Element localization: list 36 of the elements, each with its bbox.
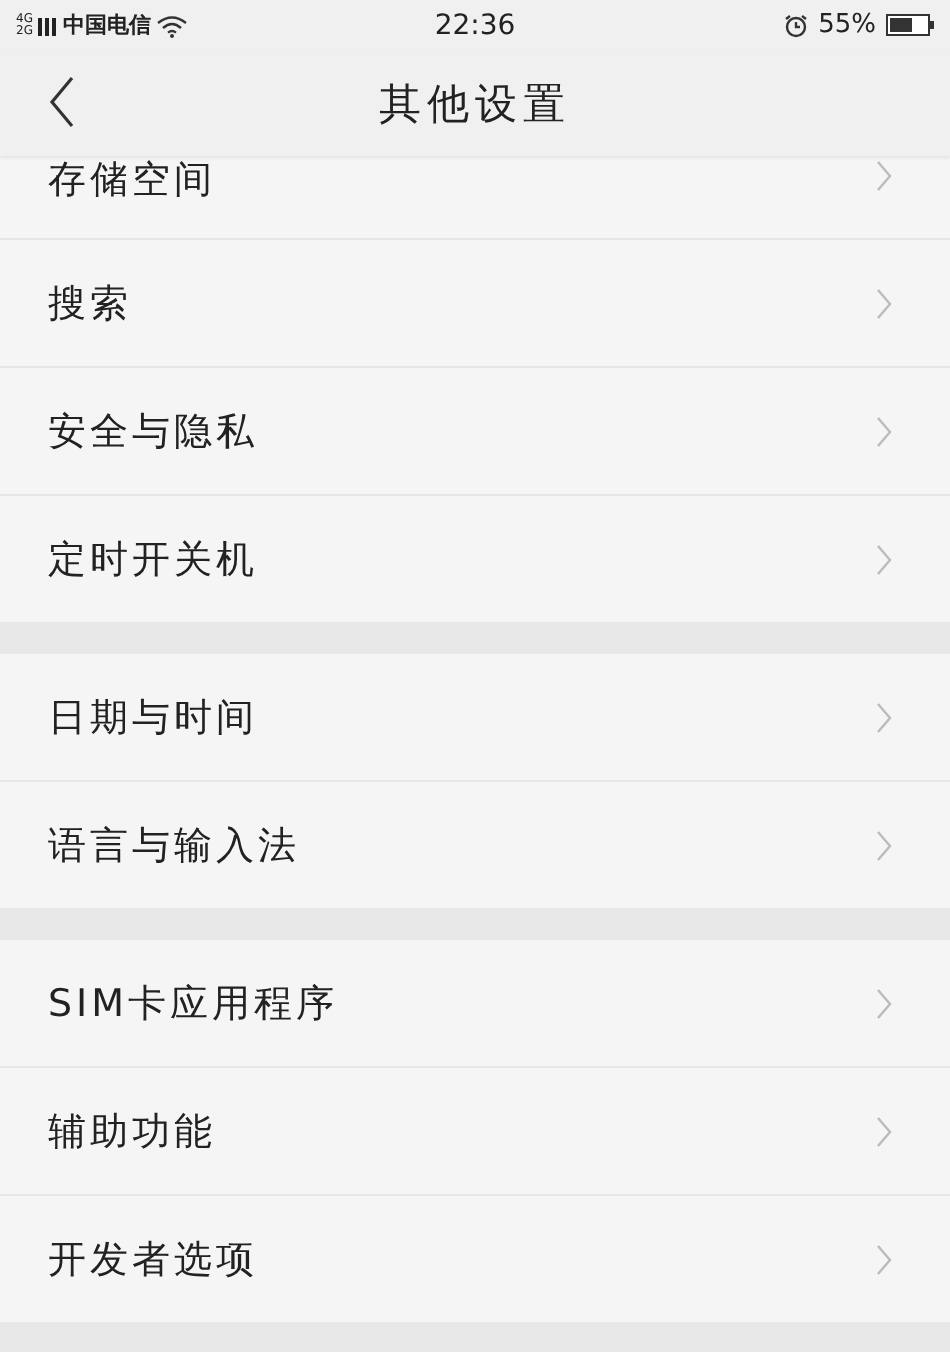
- settings-row[interactable]: 日期与时间: [0, 654, 950, 782]
- settings-row[interactable]: 安全与隐私: [0, 368, 950, 496]
- row-label: 语言与输入法: [48, 821, 300, 871]
- settings-row[interactable]: SIM卡应用程序: [0, 940, 950, 1068]
- settings-row[interactable]: 开发者选项: [0, 1196, 950, 1322]
- row-label: 辅助功能: [48, 1107, 216, 1157]
- chevron-icon: [876, 543, 892, 575]
- chevron-icon: [876, 160, 892, 192]
- back-icon[interactable]: [48, 74, 76, 130]
- chevron-icon: [876, 987, 892, 1019]
- carrier-name: 中国电信: [62, 10, 151, 40]
- row-label: 存储空间: [48, 156, 216, 206]
- settings-row[interactable]: 辅助功能: [0, 1068, 950, 1196]
- chevron-icon: [876, 829, 892, 861]
- settings-row[interactable]: 搜索: [0, 240, 950, 368]
- settings-row[interactable]: 存储空间: [0, 156, 950, 240]
- row-label: SIM卡应用程序: [48, 979, 339, 1029]
- chevron-icon: [876, 1243, 892, 1275]
- battery-percent: 55%: [818, 10, 876, 40]
- settings-row[interactable]: 语言与输入法: [0, 782, 950, 908]
- row-label: 搜索: [48, 279, 132, 329]
- alarm-icon: [784, 13, 809, 37]
- row-label: 日期与时间: [48, 693, 258, 743]
- battery-icon: [885, 14, 934, 36]
- wifi-icon: [156, 13, 189, 37]
- signal-icon: [38, 15, 57, 35]
- clock-time: 22:36: [434, 9, 516, 41]
- chevron-icon: [876, 701, 892, 733]
- chevron-icon: [876, 287, 892, 319]
- row-label: 开发者选项: [48, 1235, 258, 1285]
- row-label: 安全与隐私: [48, 407, 258, 457]
- settings-row[interactable]: 定时开关机: [0, 496, 950, 622]
- chevron-icon: [876, 1115, 892, 1147]
- row-label: 定时开关机: [48, 535, 258, 585]
- chevron-icon: [876, 415, 892, 447]
- screen-title: 其他设置: [379, 77, 571, 131]
